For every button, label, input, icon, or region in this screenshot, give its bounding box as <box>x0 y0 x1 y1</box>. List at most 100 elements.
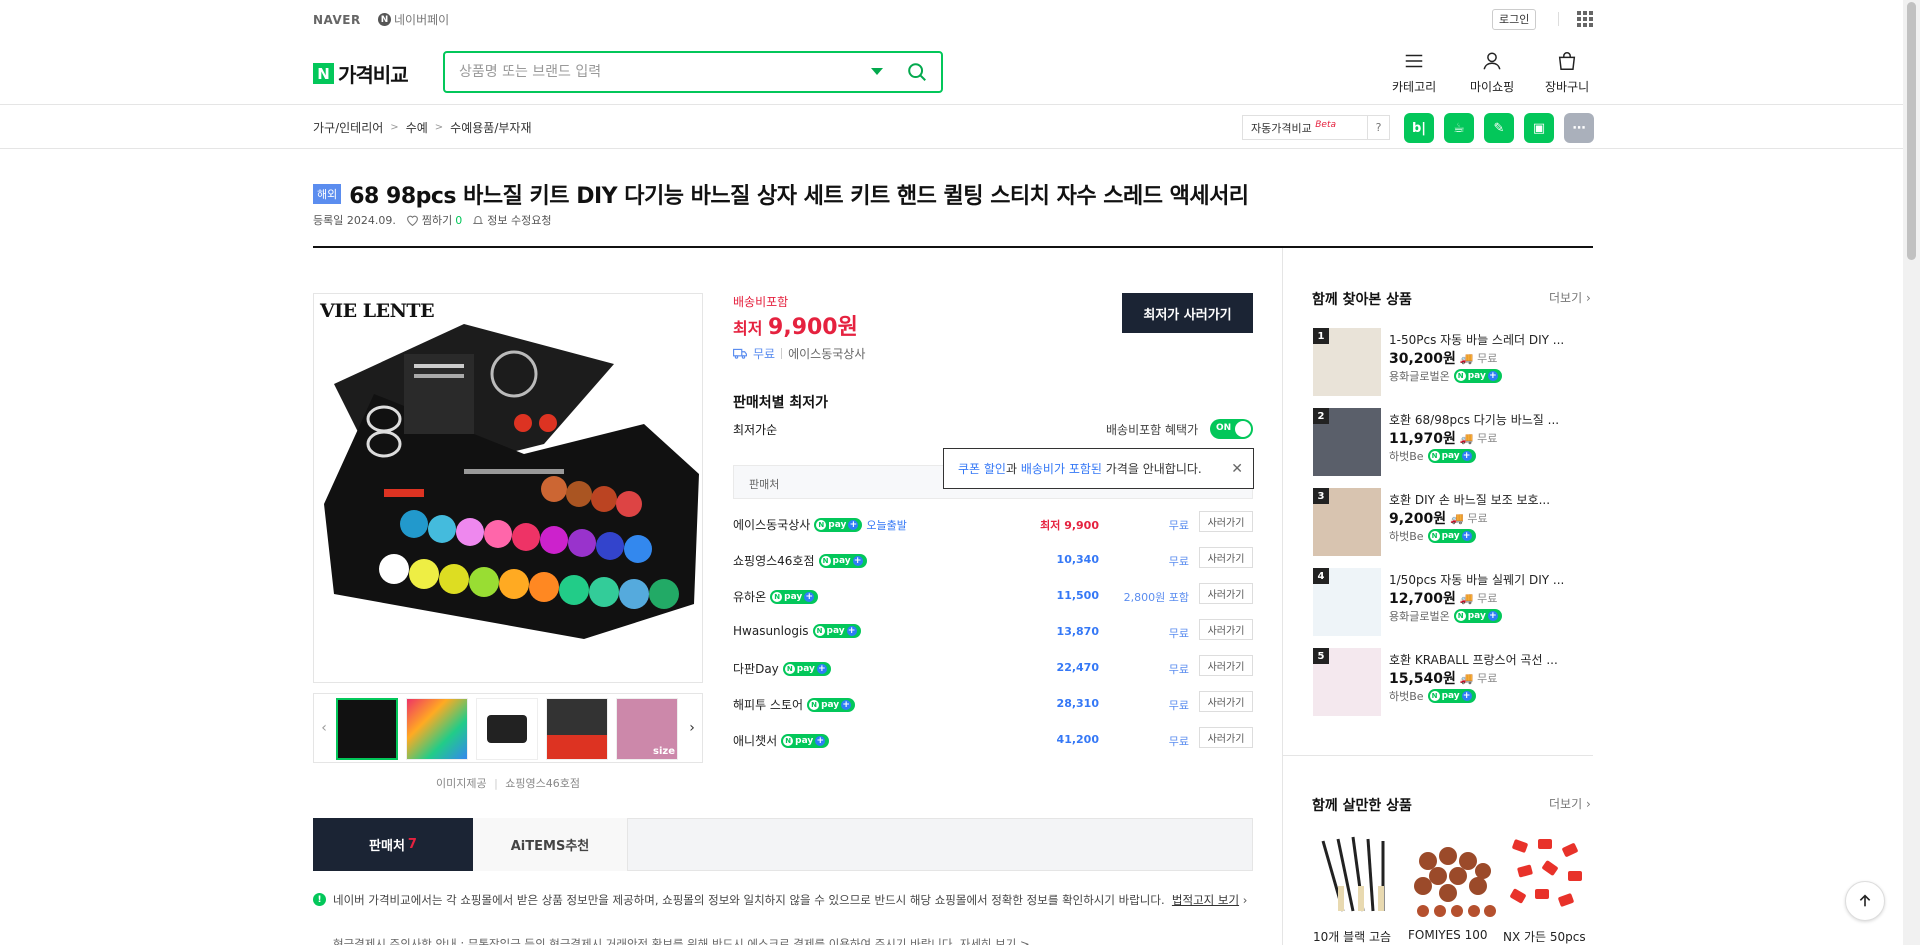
buy-lowest-button[interactable]: 최저가 사러가기 <box>1122 293 1253 333</box>
viewed-together-item[interactable]: 2 호환 68/98pcs 다기능 바느질 ... 11,970원 🚚 무료 하벗Be N… <box>1313 408 1581 478</box>
page-scrollbar[interactable] <box>1903 0 1920 945</box>
viewed-item-price: 15,540원 <box>1389 671 1456 687</box>
viewed-together-item[interactable]: 5 호환 KRABALL 프랑스어 곡선 ... 15,540원 🚚 무료 하벗Be Np… <box>1313 648 1581 718</box>
apps-grid-icon[interactable] <box>1577 11 1593 27</box>
thumbnail-4[interactable] <box>546 698 608 760</box>
seller-row[interactable]: 에이스동국상사 Npay + 오늘출발 최저 9,900 무료 사러가기 <box>733 506 1253 542</box>
search-icon[interactable] <box>906 61 928 83</box>
truck-icon <box>733 348 747 359</box>
cash-payment-notice[interactable]: 현금결제시 주의사항 안내 : 무통장입금 등의 현금결제시 거래안전 확보를 … <box>333 936 1030 945</box>
zzim-button[interactable]: 찜하기 0 <box>406 212 462 228</box>
seller-name[interactable]: Hwasunlogis <box>733 624 809 638</box>
naver-logo[interactable]: NAVER <box>313 13 361 27</box>
help-icon[interactable]: ? <box>1367 116 1389 139</box>
thumb-next-icon[interactable]: › <box>682 694 702 762</box>
go-buy-button[interactable]: 사러가기 <box>1199 583 1253 604</box>
breadcrumb-item[interactable]: 수예용품/부자재 <box>450 119 531 136</box>
go-buy-button[interactable]: 사러가기 <box>1199 691 1253 712</box>
login-button[interactable]: 로그인 <box>1492 9 1537 30</box>
thumb-size-label: size <box>653 746 675 757</box>
detail-tabs: 판매처 7 AiTEMS추천 <box>313 818 1253 871</box>
seller-row[interactable]: Hwasunlogis Npay + 13,870 무료 사러가기 <box>733 614 1253 650</box>
go-buy-button[interactable]: 사러가기 <box>1199 511 1253 532</box>
keep-share-icon[interactable]: ▣ <box>1524 113 1554 143</box>
hamburger-icon <box>1405 54 1423 68</box>
zzim-count: 0 <box>455 213 463 227</box>
sort-lowest[interactable]: 최저가순 <box>733 421 777 438</box>
seller-name[interactable]: 해피투 스토어 <box>733 696 803 713</box>
toggle-on-label: ON <box>1216 423 1232 433</box>
sidebar-section-divider <box>1283 755 1593 756</box>
close-icon[interactable]: ✕ <box>1231 461 1243 477</box>
thumbnail-1[interactable] <box>336 698 398 760</box>
thumbnail-3[interactable] <box>476 698 538 760</box>
my-shopping-menu[interactable]: 마이쇼핑 <box>1470 50 1514 95</box>
rank-badge: 2 <box>1313 408 1329 424</box>
tab-sellers[interactable]: 판매처 7 <box>313 818 473 871</box>
go-buy-button[interactable]: 사러가기 <box>1199 727 1253 748</box>
npay-badge: Npay + <box>782 661 831 676</box>
thumbnail-5[interactable]: size <box>616 698 678 760</box>
sidebar-divider <box>1282 248 1283 945</box>
viewed-together-item[interactable]: 3 호환 DIY 손 바느질 보조 보호... 9,200원 🚚 무료 하벗Be Npay… <box>1313 488 1581 558</box>
naver-pay-link[interactable]: N 네이버페이 <box>378 11 449 28</box>
buy-together-image <box>1408 831 1496 919</box>
thumb-prev-icon[interactable]: ‹ <box>314 694 334 762</box>
price-compare-logo[interactable]: N 가격비교 <box>313 59 409 88</box>
breadcrumb-item[interactable]: 수예 <box>406 119 428 136</box>
viewed-together-item[interactable]: 4 1/50pcs 자동 바늘 실꿰기 DIY ... 12,700원 🚚 무료 용화글… <box>1313 568 1581 638</box>
product-meta: 등록일 2024.09. 찜하기 0 정보 수정요청 <box>313 212 551 228</box>
scroll-top-button[interactable] <box>1845 881 1885 921</box>
buy-more-link[interactable]: 더보기 › <box>1549 795 1591 812</box>
cart-menu[interactable]: 장바구니 <box>1545 50 1589 95</box>
seller-row[interactable]: 쇼핑영스46호점 Npay + 10,340 무료 사러가기 <box>733 542 1253 578</box>
benefit-price-toggle[interactable]: ON <box>1210 419 1253 439</box>
scrollbar-thumb[interactable] <box>1907 2 1916 260</box>
search-dropdown-icon[interactable] <box>871 68 883 75</box>
go-buy-button[interactable]: 사러가기 <box>1199 655 1253 676</box>
viewed-item-ship: 🚚 무료 <box>1459 352 1498 365</box>
buy-together-item[interactable]: FOMIYES 100 <box>1408 831 1496 942</box>
title-divider <box>313 246 1593 248</box>
seller-row[interactable]: 다판Day Npay + 22,470 무료 사러가기 <box>733 650 1253 686</box>
buy-together-item[interactable]: NX 가든 50pcs <box>1503 831 1591 945</box>
legal-notice-link[interactable]: 법적고지 보기 <box>1172 893 1239 907</box>
seller-name[interactable]: 유하온 <box>733 588 766 605</box>
breadcrumb-item[interactable]: 가구/인테리어 <box>313 119 383 136</box>
seller-name[interactable]: 에이스동국상사 <box>733 516 810 533</box>
seller-column-label: 판매처 <box>749 478 780 491</box>
seller-name-cell: 애니챗서 Npay + <box>733 732 830 749</box>
seller-name[interactable]: 애니챗서 <box>733 732 777 749</box>
seller-row[interactable]: 해피투 스토어 Npay + 28,310 무료 사러가기 <box>733 686 1253 722</box>
viewed-item-price-row: 11,970원 🚚 무료 <box>1389 428 1497 448</box>
buy-together-item[interactable]: 10개 블랙 고슴 <box>1313 831 1401 945</box>
more-share-icon[interactable]: ⋯ <box>1564 113 1594 143</box>
buy-together-title: 함께 살만한 상품 <box>1312 798 1412 814</box>
category-menu[interactable]: 카테고리 <box>1392 50 1436 95</box>
seller-row[interactable]: 유하온 Npay + 11,500 2,800원 포함 사러가기 <box>733 578 1253 614</box>
post-share-icon[interactable]: ✎ <box>1484 113 1514 143</box>
edit-request-button[interactable]: 정보 수정요청 <box>472 212 551 228</box>
npay-badge: Npay + <box>1427 689 1476 703</box>
viewed-item-ship: 🚚 무료 <box>1450 512 1488 525</box>
go-buy-button[interactable]: 사러가기 <box>1199 547 1253 568</box>
viewed-together-item[interactable]: 1 1-50Pcs 자동 바늘 스레더 DIY ... 30,200원 🚚 무료 용화글… <box>1313 328 1581 398</box>
seller-row[interactable]: 애니챗서 Npay + 41,200 무료 사러가기 <box>733 722 1253 758</box>
auto-price-compare-button[interactable]: 자동가격비교 Beta ? <box>1242 115 1390 140</box>
thumbnail-2[interactable] <box>406 698 468 760</box>
go-buy-button[interactable]: 사러가기 <box>1199 619 1253 640</box>
search-input[interactable] <box>459 62 859 82</box>
tab-aitems[interactable]: AiTEMS추천 <box>473 818 628 871</box>
viewed-more-link[interactable]: 더보기 › <box>1549 289 1591 306</box>
seller-name[interactable]: 쇼핑영스46호점 <box>733 552 815 569</box>
seller-name[interactable]: 다판Day <box>733 660 779 677</box>
seller-ship: 무료 <box>1168 663 1189 676</box>
blog-share-icon[interactable]: b| <box>1404 113 1434 143</box>
lowest-price: 최저 9,900원 <box>733 309 858 341</box>
product-title-row: 해외 68 98pcs 바느질 키트 DIY 다기능 바느질 상자 세트 키트 … <box>313 178 1249 210</box>
viewed-item-seller-row: 용화글로벌온 Npay + <box>1389 368 1502 384</box>
product-main-image[interactable]: VIE LENTE <box>313 293 703 683</box>
viewed-item-name: 호환 DIY 손 바느질 보조 보호... <box>1389 493 1551 507</box>
cafe-share-icon[interactable]: ☕ <box>1444 113 1474 143</box>
lowest-seller[interactable]: 에이스동국상사 <box>788 345 865 362</box>
